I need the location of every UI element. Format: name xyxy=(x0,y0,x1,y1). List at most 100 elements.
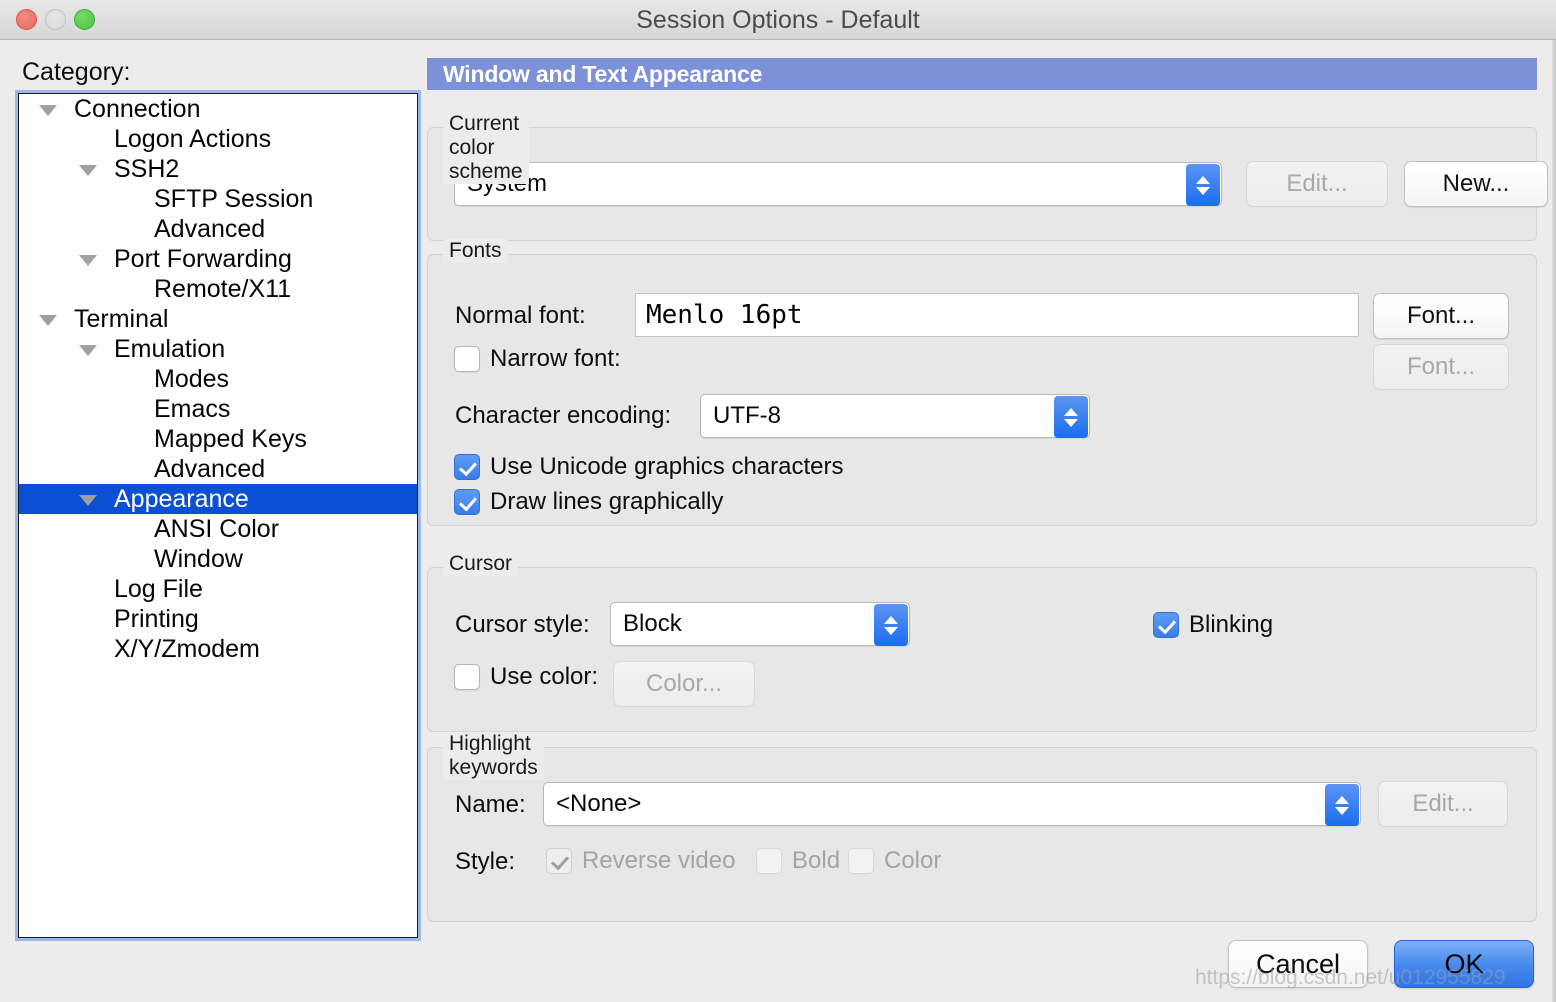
highlight-keywords-frame: Name: <None> Edit... Style: Reverse vide… xyxy=(427,747,1537,922)
keyword-name-value: <None> xyxy=(544,790,641,818)
narrow-font-label: Narrow font: xyxy=(490,345,621,373)
keyword-name-select[interactable]: <None> xyxy=(543,782,1361,826)
tree-item-label: Printing xyxy=(114,604,199,634)
normal-font-field[interactable]: Menlo 16pt xyxy=(635,293,1359,337)
tree-item-label: Emulation xyxy=(114,334,225,364)
tree-item-label: Logon Actions xyxy=(114,124,271,154)
tree-item-label: Advanced xyxy=(154,454,265,484)
color-scheme-new-button[interactable]: New... xyxy=(1404,161,1548,207)
tree-item-label: Terminal xyxy=(74,304,168,334)
cursor-group-title: Cursor xyxy=(443,552,518,576)
fonts-group-title: Fonts xyxy=(443,239,508,263)
session-options-window: Session Options - Default Category: Conn… xyxy=(0,0,1556,1002)
chevron-updown-icon[interactable] xyxy=(1054,396,1088,438)
draw-lines-label: Draw lines graphically xyxy=(490,488,723,516)
tree-item-label: SSH2 xyxy=(114,154,179,184)
checkbox-box[interactable] xyxy=(756,848,782,874)
checkbox-box[interactable] xyxy=(454,346,480,372)
checkbox-box[interactable] xyxy=(848,848,874,874)
disclosure-triangle-icon[interactable] xyxy=(79,345,97,356)
checkbox-box[interactable] xyxy=(454,454,480,480)
use-color-label: Use color: xyxy=(490,663,598,691)
checkbox-box[interactable] xyxy=(546,848,572,874)
chevron-updown-icon[interactable] xyxy=(874,604,908,646)
tree-item-ansi-color[interactable]: ANSI Color xyxy=(19,514,417,544)
tree-item-emacs[interactable]: Emacs xyxy=(19,394,417,424)
tree-item-label: ANSI Color xyxy=(154,514,279,544)
normal-font-label: Normal font: xyxy=(455,302,586,330)
color-scheme-group-title: Current color scheme xyxy=(443,112,529,184)
draw-lines-checkbox[interactable]: Draw lines graphically xyxy=(454,488,723,516)
tree-item-label: Modes xyxy=(154,364,229,394)
tree-item-label: SFTP Session xyxy=(154,184,313,214)
reverse-video-checkbox[interactable]: Reverse video xyxy=(546,847,735,875)
cursor-style-select[interactable]: Block xyxy=(610,602,910,646)
tree-item-port-forwarding[interactable]: Port Forwarding xyxy=(19,244,417,274)
tree-item-logon-actions[interactable]: Logon Actions xyxy=(19,124,417,154)
chevron-updown-icon[interactable] xyxy=(1186,164,1220,206)
color-label: Color xyxy=(884,847,941,875)
category-label: Category: xyxy=(22,58,130,87)
character-encoding-select[interactable]: UTF-8 xyxy=(700,394,1090,438)
highlight-keywords-group-title: Highlight keywords xyxy=(443,732,544,780)
cursor-color-button[interactable]: Color... xyxy=(613,661,755,707)
keyword-edit-button[interactable]: Edit... xyxy=(1378,781,1508,827)
tree-item-label: Appearance xyxy=(114,484,249,514)
tree-item-modes[interactable]: Modes xyxy=(19,364,417,394)
tree-item-appearance[interactable]: Appearance xyxy=(19,484,417,514)
narrow-font-button[interactable]: Font... xyxy=(1373,344,1509,390)
tree-item-terminal[interactable]: Terminal xyxy=(19,304,417,334)
bold-checkbox[interactable]: Bold xyxy=(756,847,840,875)
character-encoding-value: UTF-8 xyxy=(701,402,781,430)
tree-item-label: Port Forwarding xyxy=(114,244,292,274)
tree-item-ssh2[interactable]: SSH2 xyxy=(19,154,417,184)
category-tree[interactable]: ConnectionLogon ActionsSSH2SFTP SessionA… xyxy=(18,93,418,938)
ok-button[interactable]: OK xyxy=(1394,940,1534,988)
tree-item-label: Emacs xyxy=(154,394,230,424)
tree-item-printing[interactable]: Printing xyxy=(19,604,417,634)
tree-item-x-y-zmodem[interactable]: X/Y/Zmodem xyxy=(19,634,417,664)
disclosure-triangle-icon[interactable] xyxy=(39,315,57,326)
character-encoding-label: Character encoding: xyxy=(455,402,671,430)
blinking-checkbox[interactable]: Blinking xyxy=(1153,611,1273,639)
unicode-graphics-checkbox[interactable]: Use Unicode graphics characters xyxy=(454,453,844,481)
tree-item-label: X/Y/Zmodem xyxy=(114,634,260,664)
unicode-graphics-label: Use Unicode graphics characters xyxy=(490,453,844,481)
use-color-checkbox[interactable]: Use color: xyxy=(454,663,598,691)
color-checkbox[interactable]: Color xyxy=(848,847,941,875)
tree-item-advanced[interactable]: Advanced xyxy=(19,214,417,244)
tree-item-log-file[interactable]: Log File xyxy=(19,574,417,604)
tree-item-label: Window xyxy=(154,544,243,574)
checkbox-box[interactable] xyxy=(454,664,480,690)
checkbox-box[interactable] xyxy=(1153,612,1179,638)
normal-font-button[interactable]: Font... xyxy=(1373,293,1509,339)
tree-item-sftp-session[interactable]: SFTP Session xyxy=(19,184,417,214)
tree-item-window[interactable]: Window xyxy=(19,544,417,574)
checkbox-box[interactable] xyxy=(454,489,480,515)
color-scheme-select[interactable]: System xyxy=(454,162,1222,206)
disclosure-triangle-icon[interactable] xyxy=(79,165,97,176)
color-scheme-edit-button[interactable]: Edit... xyxy=(1246,161,1388,207)
tree-item-connection[interactable]: Connection xyxy=(19,94,417,124)
tree-item-remote-x11[interactable]: Remote/X11 xyxy=(19,274,417,304)
cursor-frame: Cursor style: Block Blinking Use color: … xyxy=(427,567,1537,732)
keyword-name-label: Name: xyxy=(455,791,526,819)
disclosure-triangle-icon[interactable] xyxy=(79,255,97,266)
disclosure-triangle-icon[interactable] xyxy=(79,495,97,506)
tree-item-emulation[interactable]: Emulation xyxy=(19,334,417,364)
keyword-style-label: Style: xyxy=(455,848,515,876)
cancel-button[interactable]: Cancel xyxy=(1228,940,1368,988)
narrow-font-checkbox[interactable]: Narrow font: xyxy=(454,345,621,373)
disclosure-triangle-icon[interactable] xyxy=(39,105,57,116)
tree-item-label: Mapped Keys xyxy=(154,424,307,454)
tree-item-label: Remote/X11 xyxy=(154,274,291,304)
tree-item-label: Connection xyxy=(74,94,200,124)
cursor-style-value: Block xyxy=(611,610,682,638)
title-bar: Session Options - Default xyxy=(0,0,1556,40)
bold-label: Bold xyxy=(792,847,840,875)
tree-item-advanced[interactable]: Advanced xyxy=(19,454,417,484)
color-scheme-frame: System Edit... New... xyxy=(427,127,1537,241)
chevron-updown-icon[interactable] xyxy=(1325,784,1359,826)
settings-panel: Window and Text Appearance Current color… xyxy=(427,58,1537,938)
tree-item-mapped-keys[interactable]: Mapped Keys xyxy=(19,424,417,454)
